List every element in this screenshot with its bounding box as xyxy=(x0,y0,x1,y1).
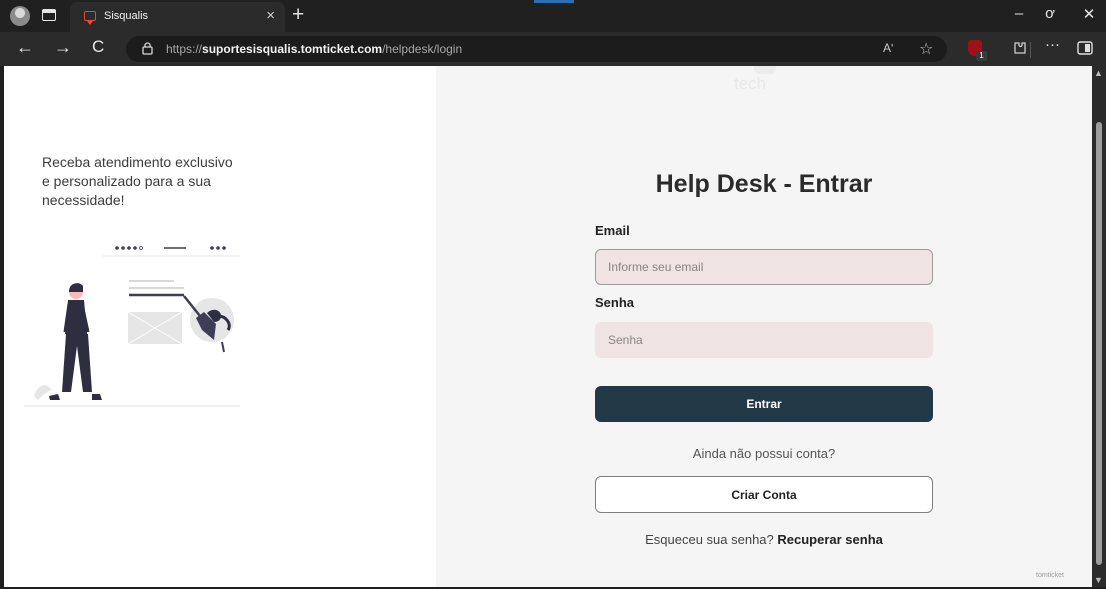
profile-avatar-icon[interactable] xyxy=(10,6,30,26)
page-scrollbar[interactable]: ▲ ▼ xyxy=(1092,66,1106,587)
email-field[interactable] xyxy=(595,249,933,285)
password-label: Senha xyxy=(595,295,635,310)
forward-button[interactable]: → xyxy=(54,37,72,58)
browser-tab[interactable]: Sisqualis × xyxy=(70,2,285,32)
footer-brand-logo: tomticket xyxy=(1036,572,1065,579)
no-account-prompt: Ainda não possui conta? xyxy=(692,446,836,461)
settings-menu-button[interactable]: ··· xyxy=(1045,36,1060,53)
brand-logo-mark xyxy=(754,66,776,74)
scroll-down-arrow-icon[interactable]: ▼ xyxy=(1094,575,1103,585)
tagline-text: Receba atendimento exclusivo e personali… xyxy=(42,154,233,208)
read-aloud-icon[interactable]: Aʹ xyxy=(883,41,893,55)
scroll-up-arrow-icon[interactable]: ▲ xyxy=(1094,68,1103,78)
new-tab-button[interactable]: + xyxy=(292,3,304,27)
browser-titlebar: Sisqualis × + – ơ ✕ xyxy=(0,0,1106,32)
extensions-icon[interactable] xyxy=(1012,40,1028,56)
tab-close-icon[interactable]: × xyxy=(266,8,275,24)
minimize-button[interactable]: – xyxy=(1004,5,1034,22)
login-panel: tech Help Desk - Entrar Email Senha Entr… xyxy=(436,66,1092,587)
address-bar[interactable]: https://suportesisqualis.tomticket.com/h… xyxy=(126,36,947,62)
close-window-button[interactable]: ✕ xyxy=(1074,5,1104,23)
ublock-badge: 1 xyxy=(976,51,987,61)
lock-icon[interactable] xyxy=(142,42,153,55)
browser-navbar: ← → C https://suportesisqualis.tomticket… xyxy=(0,32,1106,66)
create-account-button[interactable]: Criar Conta xyxy=(595,476,933,513)
left-panel: Receba atendimento exclusivo e personali… xyxy=(4,66,436,587)
favorite-star-icon[interactable]: ☆ xyxy=(919,39,933,59)
login-button[interactable]: Entrar xyxy=(595,386,933,422)
brand-logo-text: tech xyxy=(734,74,767,93)
tab-accent-line xyxy=(534,0,574,3)
page-viewport: Receba atendimento exclusivo e personali… xyxy=(4,66,1092,587)
chat-favicon-icon xyxy=(84,11,96,25)
recover-password-link[interactable]: Recuperar senha xyxy=(777,532,883,547)
sidebar-toggle-icon[interactable] xyxy=(1077,41,1093,55)
woman-presenting-illustration xyxy=(24,246,240,407)
refresh-button[interactable]: C xyxy=(92,37,104,57)
maximize-button[interactable]: ơ xyxy=(1035,5,1065,22)
back-button[interactable]: ← xyxy=(16,37,34,58)
forgot-password-line: Esqueceu sua senha? Recuperar senha xyxy=(436,532,1092,547)
toolbar-divider xyxy=(1030,42,1031,58)
scrollbar-thumb[interactable] xyxy=(1096,122,1102,565)
url-text: https://suportesisqualis.tomticket.com/h… xyxy=(166,42,463,56)
tab-title: Sisqualis xyxy=(104,10,149,22)
email-label: Email xyxy=(595,223,630,238)
password-field[interactable] xyxy=(595,322,933,358)
tab-actions-icon[interactable] xyxy=(42,9,56,21)
forgot-password-prompt: Esqueceu sua senha? xyxy=(645,532,774,547)
page-title: Help Desk - Entrar xyxy=(655,170,873,198)
